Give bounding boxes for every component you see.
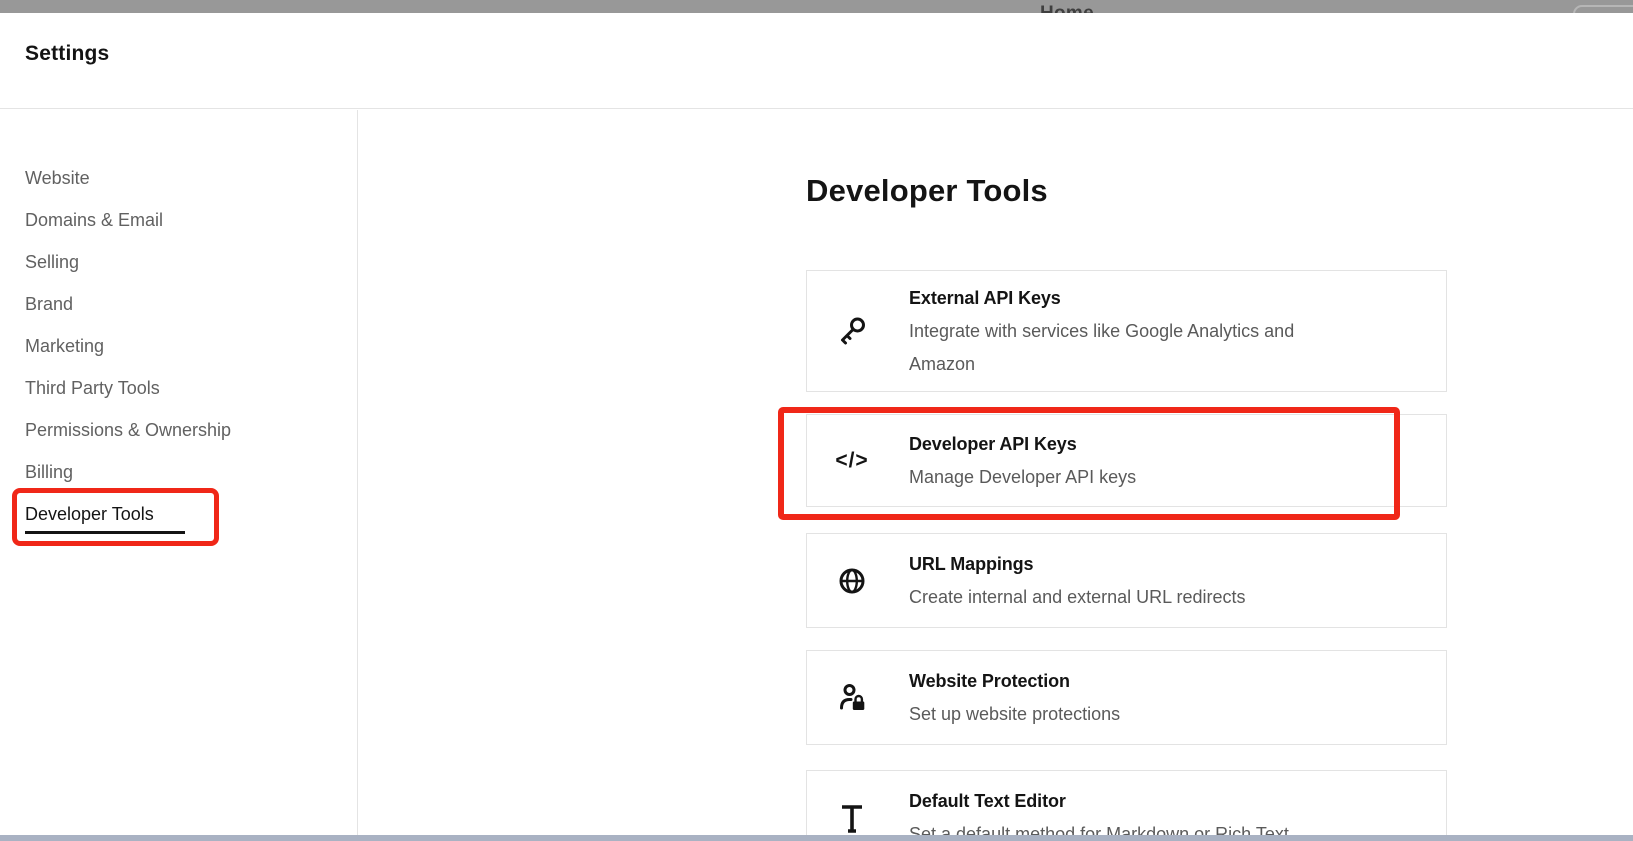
developer-tools-section: Developer Tools External API Keys Integr… [359,110,1633,841]
card-text: Developer API Keys Manage Developer API … [909,428,1136,494]
card-text: Default Text Editor Set a default method… [909,785,1289,841]
card-title: Default Text Editor [909,790,1066,811]
settings-nav: Website Domains & Email Selling Brand Ma… [25,157,325,535]
card-external-api-keys[interactable]: External API Keys Integrate with service… [806,270,1447,392]
settings-panel-header: Settings [0,13,1633,109]
person-lock-icon [835,681,869,715]
sidebar-item-selling[interactable]: Selling [25,241,325,283]
settings-panel: Settings Website Domains & Email Selling… [0,13,1633,841]
card-default-text-editor[interactable]: Default Text Editor Set a default method… [806,770,1447,841]
window-bottom-edge [0,835,1633,841]
card-url-mappings[interactable]: URL Mappings Create internal and externa… [806,533,1447,628]
card-description: Create internal and external URL redirec… [909,586,1246,607]
globe-icon [835,564,869,598]
dimmed-background-bar: Home [0,0,1633,13]
sidebar-item-billing[interactable]: Billing [25,451,325,493]
card-description: Set up website protections [909,703,1121,724]
card-text: External API Keys Integrate with service… [909,282,1364,381]
card-website-protection[interactable]: Website Protection Set up website protec… [806,650,1447,745]
card-title: Website Protection [909,670,1070,691]
card-title: Developer API Keys [909,433,1077,454]
settings-screen: Home Settings Website Domains & Email Se… [0,0,1633,841]
sidebar-item-marketing[interactable]: Marketing [25,325,325,367]
code-glyph: </> [835,448,869,472]
sidebar-item-permissions-ownership[interactable]: Permissions & Ownership [25,409,325,451]
page-title: Settings [25,42,110,65]
card-developer-api-keys[interactable]: </> Developer API Keys Manage Developer … [806,414,1447,507]
sidebar-item-domains-email[interactable]: Domains & Email [25,199,325,241]
card-description: Manage Developer API keys [909,466,1137,487]
text-editor-icon [835,801,869,835]
sidebar-item-brand[interactable]: Brand [25,283,325,325]
settings-sidebar: Website Domains & Email Selling Brand Ma… [0,110,358,841]
sidebar-item-third-party-tools[interactable]: Third Party Tools [25,367,325,409]
key-icon [835,314,869,348]
card-title: URL Mappings [909,553,1034,574]
card-title: External API Keys [909,287,1061,308]
background-top-right-button [1573,5,1633,13]
card-text: Website Protection Set up website protec… [909,665,1120,731]
card-text: URL Mappings Create internal and externa… [909,548,1246,614]
sidebar-item-developer-tools[interactable]: Developer Tools [25,493,325,535]
sidebar-item-website[interactable]: Website [25,157,325,199]
card-description: Integrate with services like Google Anal… [909,320,1295,374]
code-icon: </> [835,444,869,478]
section-title: Developer Tools [806,173,1048,208]
background-nav-home-label: Home [1040,3,1094,13]
